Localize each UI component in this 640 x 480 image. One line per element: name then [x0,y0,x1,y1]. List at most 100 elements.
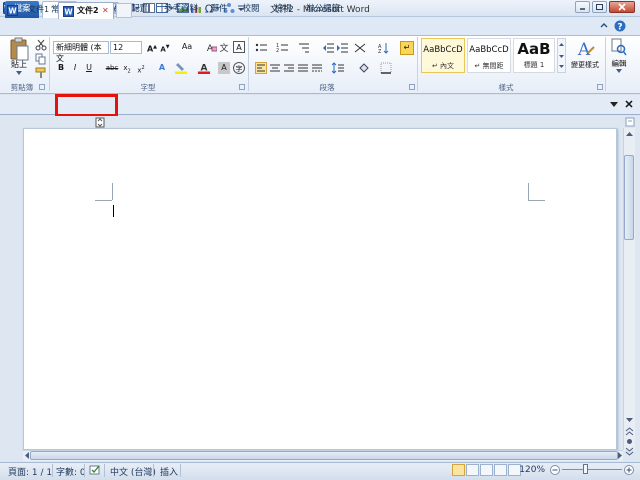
line-spacing-icon[interactable] [332,62,344,74]
scroll-left-icon[interactable] [24,451,30,460]
distributed-icon[interactable] [311,62,323,74]
subscript-icon[interactable]: x2 [121,62,133,74]
status-divider [153,464,154,477]
italic-icon[interactable]: I [69,62,81,74]
phonetic-guide-icon[interactable]: 文 [218,41,230,53]
zoom-out-icon[interactable] [550,465,560,475]
scroll-up-icon[interactable] [625,130,634,139]
next-page-icon[interactable] [625,447,634,456]
bullets-icon[interactable] [255,42,267,54]
outline-view-icon[interactable] [494,464,507,476]
grow-font-icon[interactable]: A▲ [146,41,158,54]
tab-review[interactable]: 校閱 [240,1,262,18]
font-size-combo[interactable]: 12 [110,41,142,54]
copy-icon[interactable] [35,53,47,65]
ribbon-tab-row [0,17,640,35]
align-right-icon[interactable] [283,62,295,74]
align-center-icon[interactable] [269,62,281,74]
show-paragraph-marks-icon[interactable]: ↵ [400,41,414,55]
new-tab-button[interactable] [116,3,132,18]
proofing-icon[interactable] [89,464,101,476]
zoom-level[interactable]: 120% [515,465,545,475]
borders-icon[interactable] [380,62,392,74]
editing-dropdown-icon[interactable] [615,68,623,74]
zoom-in-icon[interactable] [624,465,634,475]
language-status[interactable]: 中文 (台灣) [110,465,156,478]
insert-mode-status[interactable]: 插入 [160,465,178,478]
view-ruler-icon[interactable] [625,117,635,127]
close-tab-icon[interactable]: ✕ [102,3,109,19]
paragraph-launcher-icon[interactable] [409,84,415,90]
svg-text:2: 2 [276,48,279,54]
zoom-slider-track[interactable] [562,469,622,470]
zoom-slider-thumb[interactable] [583,464,588,474]
tab-list-dropdown-icon[interactable] [609,99,619,109]
print-layout-view-icon[interactable] [452,464,465,476]
minimize-button[interactable] [575,1,590,13]
help-icon[interactable]: ? [614,20,626,32]
strikethrough-icon[interactable]: abc [105,62,119,74]
doc-tab-2[interactable]: W 文件2 ✕ [58,2,114,19]
tab-office-tab[interactable]: 辦公標籤 [302,1,344,18]
restore-button[interactable] [592,1,607,13]
page-count-status[interactable]: 頁面: 1 / 1 [8,465,52,478]
ruler-toggle-icon[interactable] [95,117,105,128]
shading-icon[interactable] [358,62,370,74]
justify-icon[interactable] [297,62,309,74]
tab-view[interactable]: 檢視 [272,1,294,18]
align-left-icon[interactable] [255,62,267,74]
character-shading-icon[interactable]: A [218,62,230,74]
style-no-spacing[interactable]: AaBbCcD ↵ 無間距 [467,38,511,73]
style-preview: AaBbCcD [423,45,463,55]
change-styles-button[interactable]: 變更樣式 [566,60,604,70]
scroll-down-icon[interactable] [625,415,634,424]
svg-text:?: ? [617,23,622,33]
close-window-button[interactable] [609,1,635,13]
styles-launcher-icon[interactable] [597,84,603,90]
select-browse-object-icon[interactable] [625,437,634,446]
status-divider [104,464,105,477]
character-border-icon[interactable]: A [233,41,245,53]
document-page[interactable] [23,128,617,450]
word-count-status[interactable]: 字數: 0 [56,465,86,478]
text-effects-icon[interactable]: A [156,62,168,74]
font-color-icon[interactable]: A [198,62,210,74]
vertical-scroll-thumb[interactable] [624,155,634,240]
font-name-combo[interactable]: 新細明體 (本文 [53,41,109,63]
scroll-right-icon[interactable] [617,451,623,460]
doc-tab-1[interactable]: W 文件1 [4,2,56,19]
format-painter-icon[interactable] [35,67,47,79]
horizontal-scroll-thumb[interactable] [30,451,618,460]
tab-mailings[interactable]: 郵件 [208,1,230,18]
paste-dropdown-icon[interactable] [15,70,23,76]
shrink-font-icon[interactable]: A▼ [159,41,171,53]
style-preview: AaB [517,40,551,58]
full-screen-reading-icon[interactable] [466,464,479,476]
increase-indent-icon[interactable] [336,42,348,54]
sort-icon[interactable]: AZ [378,42,390,54]
find-icon[interactable] [611,38,627,56]
style-heading-1[interactable]: AaB 標題 1 [513,38,555,73]
previous-page-icon[interactable] [625,427,634,436]
minimize-ribbon-icon[interactable] [599,21,609,31]
asian-layout-icon[interactable] [354,42,366,54]
superscript-icon[interactable]: x2 [135,62,147,74]
underline-icon[interactable]: U [83,62,95,74]
text-highlight-icon[interactable] [175,62,187,74]
enclosed-character-icon[interactable]: 字 [233,62,245,74]
change-case-button[interactable]: Aa [179,41,195,53]
styles-scroll[interactable] [557,38,566,73]
style-normal[interactable]: AaBbCcD ↵ 內文 [421,38,465,73]
close-document-icon[interactable] [624,99,634,109]
change-styles-icon[interactable]: A [574,38,596,60]
cut-icon[interactable] [35,39,47,51]
bold-icon[interactable]: B [55,62,67,74]
font-launcher-icon[interactable] [239,84,245,90]
numbering-icon[interactable]: 12 [276,42,288,54]
clipboard-launcher-icon[interactable] [39,84,45,90]
multilevel-list-icon[interactable] [298,42,310,54]
decrease-indent-icon[interactable] [322,42,334,54]
tab-references[interactable]: 參考資料 [160,1,202,18]
clear-formatting-icon[interactable]: A [205,41,217,53]
web-layout-icon[interactable] [480,464,493,476]
